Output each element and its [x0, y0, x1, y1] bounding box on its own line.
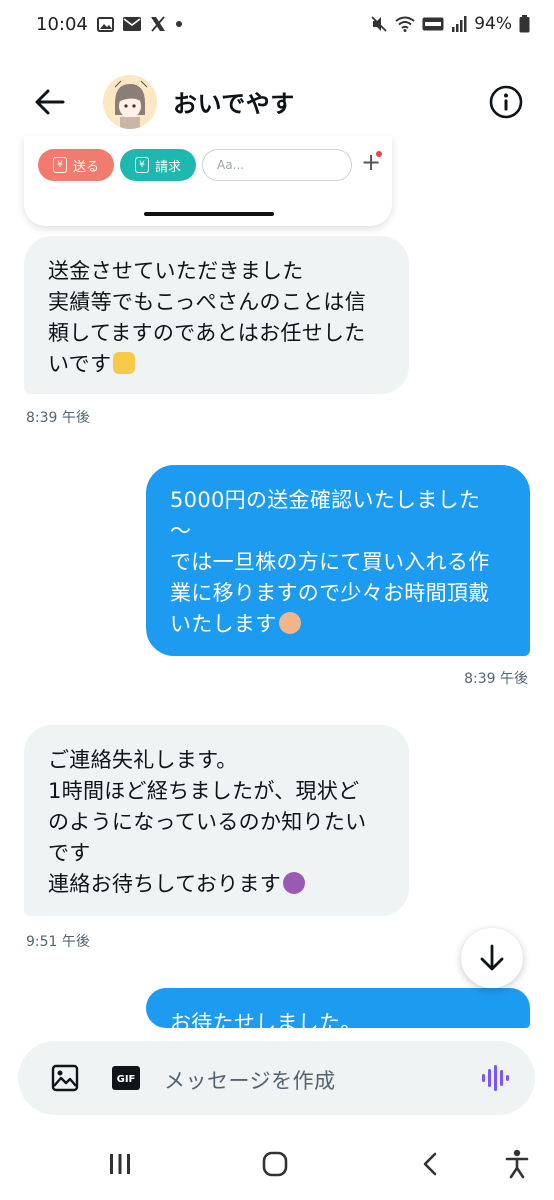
signal-icon — [451, 16, 467, 32]
chevron-left-icon — [423, 1152, 437, 1176]
yen-icon: ¥ — [134, 157, 149, 173]
message-timestamp: 8:39 午後 — [26, 410, 90, 426]
arrow-down-icon — [480, 944, 504, 971]
message-text: お待たせしました。 — [170, 1011, 362, 1028]
home-indicator — [144, 212, 274, 216]
accessibility-icon — [505, 1149, 529, 1179]
back-button[interactable] — [30, 84, 70, 120]
mute-icon — [370, 15, 388, 33]
request-money-button[interactable]: ¥ 請求 — [120, 149, 196, 181]
conversation-header: おいでやす — [0, 62, 554, 142]
message-text: 送金させていただきました 実績等でもこっぺさんのことは信 頼してますのであとはお… — [48, 259, 367, 376]
person-bowing-emoji — [283, 872, 306, 894]
x-icon — [150, 16, 166, 32]
gif-button[interactable]: GIF — [110, 1063, 142, 1093]
message-text: ご連絡失礼します。 1時間ほど経ちましたが、現状ど のようになっているのか知りた… — [48, 748, 367, 896]
avatar[interactable] — [103, 75, 157, 129]
dot-icon — [175, 20, 183, 28]
recents-icon — [110, 1154, 130, 1174]
home-icon — [262, 1151, 288, 1177]
raising-hands-emoji — [113, 352, 136, 374]
waveform-icon — [482, 1065, 509, 1091]
gif-icon: GIF — [112, 1066, 140, 1090]
recents-button[interactable] — [100, 1148, 140, 1180]
back-nav-button[interactable] — [410, 1148, 450, 1180]
request-money-label: 請求 — [154, 159, 181, 175]
message-bubble-incoming[interactable]: ご連絡失礼します。 1時間ほど経ちましたが、現状ど のようになっているのか知りた… — [24, 725, 409, 916]
pay-card: ¥ 送る ¥ 請求 Aa... + — [24, 136, 392, 226]
message-text: 5000円の送金確認いたしました 〜 では一旦株の方にて買い入れる作 業に移りま… — [170, 488, 490, 636]
message-timestamp: 8:39 午後 — [464, 671, 528, 687]
image-icon — [96, 16, 114, 32]
notification-dot — [376, 151, 382, 157]
home-button[interactable] — [255, 1148, 295, 1180]
battery-icon — [519, 15, 530, 33]
info-icon — [489, 85, 523, 119]
message-input[interactable]: メッセージを作成 — [164, 1065, 336, 1095]
send-money-label: 送る — [72, 159, 99, 175]
send-money-button[interactable]: ¥ 送る — [38, 149, 114, 181]
person-bowing-emoji — [278, 612, 301, 634]
message-bubble-outgoing[interactable]: 5000円の送金確認いたしました 〜 では一旦株の方にて買い入れる作 業に移りま… — [146, 465, 530, 656]
contact-name[interactable]: おいでやす — [173, 84, 295, 119]
message-timestamp: 9:51 午後 — [26, 934, 90, 950]
accessibility-button[interactable] — [497, 1148, 537, 1180]
message-bubble-incoming[interactable]: 送金させていただきました 実績等でもこっぺさんのことは信 頼してますのであとはお… — [24, 236, 409, 394]
mail-icon — [122, 17, 141, 31]
message-composer: GIF メッセージを作成 — [18, 1041, 535, 1115]
arrow-left-icon — [35, 89, 65, 115]
image-button[interactable] — [49, 1063, 81, 1093]
info-button[interactable] — [488, 84, 524, 120]
volte-icon — [422, 17, 444, 31]
system-nav-bar — [0, 1128, 554, 1200]
image-icon — [51, 1064, 79, 1092]
voice-message-button[interactable] — [479, 1063, 511, 1093]
status-time: 10:04 — [36, 13, 88, 35]
yen-icon: ¥ — [52, 157, 67, 173]
scroll-to-bottom-button[interactable] — [461, 928, 523, 988]
wifi-icon — [395, 16, 415, 32]
message-bubble-outgoing[interactable]: お待たせしました。 — [146, 988, 530, 1028]
amount-input[interactable]: Aa... — [202, 149, 352, 181]
battery-percent: 94% — [474, 14, 512, 34]
gif-label: GIF — [117, 1074, 136, 1085]
status-bar: 10:04 94% — [0, 0, 554, 48]
